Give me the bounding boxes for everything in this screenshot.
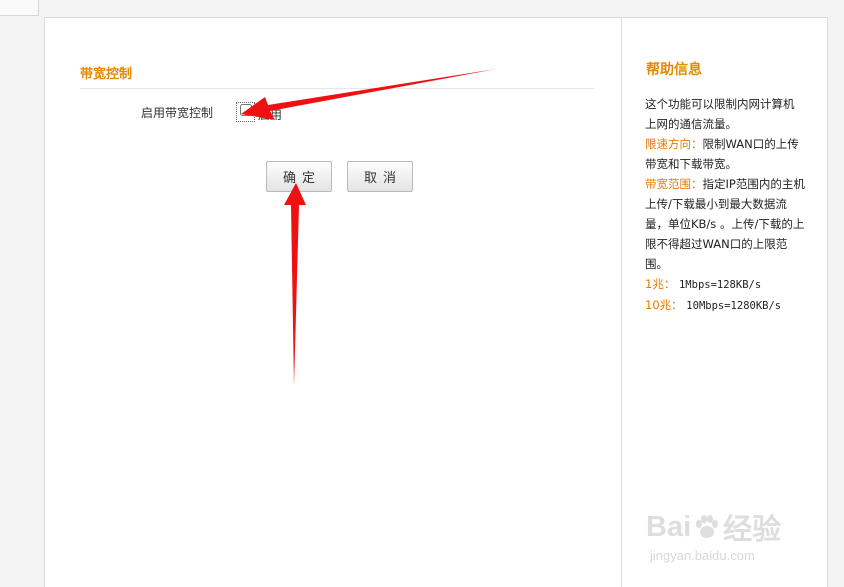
help-one-label: 1兆： <box>645 277 676 291</box>
help-range-text: 指定IP范围内的主机上传/下载最小到最大数据流量，单位KB/s 。上传/下载的上… <box>645 177 805 271</box>
section-title: 带宽控制 <box>80 67 133 82</box>
panel-divider <box>621 18 622 587</box>
watermark-brand-right: 经验 <box>723 514 782 546</box>
enable-bandwidth-label: 启用带宽控制 <box>141 106 214 120</box>
help-ten-label: 10兆： <box>645 298 683 312</box>
help-range-label: 带宽范围： <box>645 177 703 191</box>
paw-icon <box>696 515 719 538</box>
watermark-url: jingyan.baidu.com <box>650 548 755 563</box>
section-divider <box>80 88 594 89</box>
ok-button[interactable]: 确定 <box>266 161 332 192</box>
help-title: 帮助信息 <box>646 62 702 78</box>
help-ten-value: 10Mbps=1280KB/s <box>686 300 782 312</box>
help-range: 带宽范围：指定IP范围内的主机上传/下载最小到最大数据流量，单位KB/s 。上传… <box>645 174 805 274</box>
help-direction: 限速方向：限制WAN口的上传带宽和下载带宽。 <box>645 134 805 174</box>
help-body: 这个功能可以限制内网计算机上网的通信流量。 限速方向：限制WAN口的上传带宽和下… <box>645 94 805 316</box>
top-tab <box>0 0 39 16</box>
help-ten-mbps: 10兆： 10Mbps=1280KB/s <box>645 295 805 316</box>
watermark-brand-left: Bai <box>646 510 692 543</box>
enable-bandwidth-checkbox[interactable] <box>240 104 252 116</box>
help-one-mbps: 1兆： 1Mbps=128KB/s <box>645 274 805 295</box>
watermark-brand: Bai 经验 <box>646 506 781 548</box>
enable-checkbox-text: 启用 <box>258 108 283 122</box>
cancel-button[interactable]: 取消 <box>347 161 413 192</box>
content-panel: 带宽控制 启用带宽控制 启用 确定 取消 帮助信息 这个功能可以限制内网计算机上… <box>44 17 828 587</box>
help-direction-label: 限速方向： <box>645 137 703 151</box>
help-intro: 这个功能可以限制内网计算机上网的通信流量。 <box>645 97 795 131</box>
help-one-value: 1Mbps=128KB/s <box>678 279 762 291</box>
baidu-watermark: Bai 经验 <box>646 506 781 548</box>
